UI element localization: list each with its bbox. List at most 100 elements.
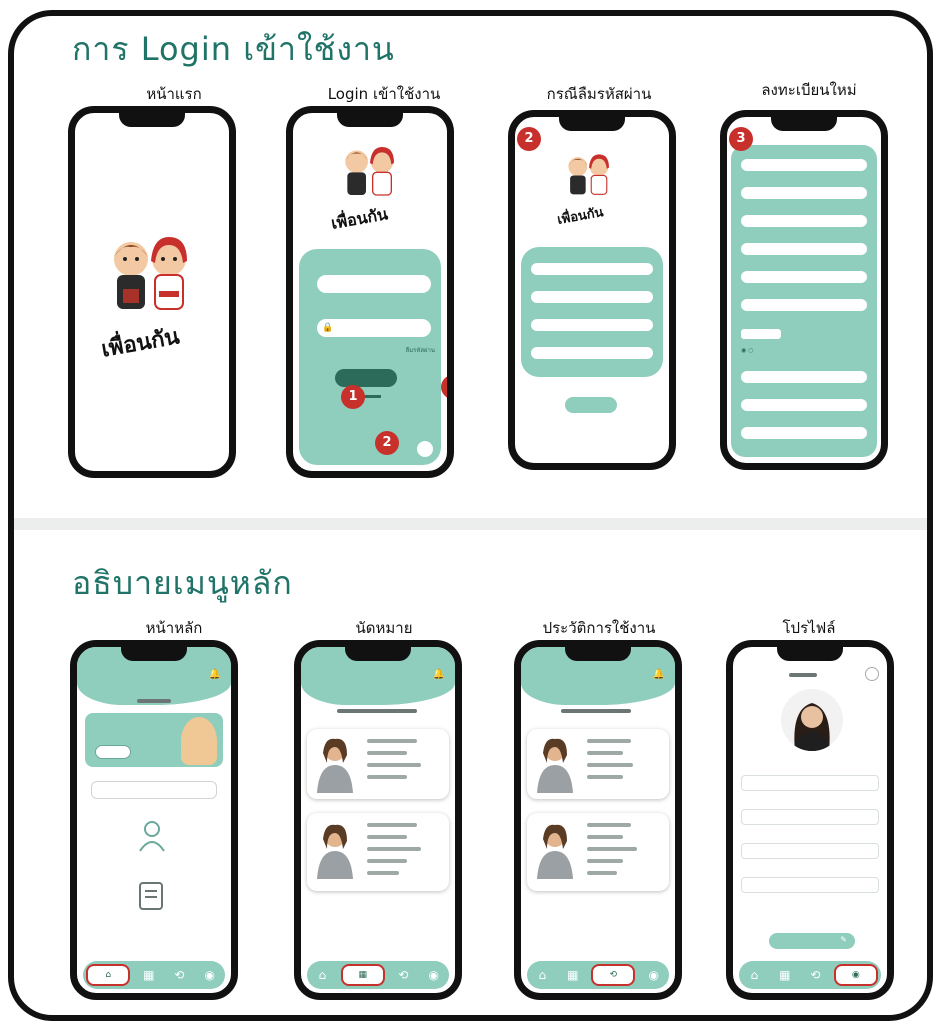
phone-register: ◉ ○ 3 [720, 110, 888, 470]
register-field-input[interactable] [741, 243, 867, 255]
register-dropdown-select[interactable] [741, 371, 867, 383]
register-field-input[interactable] [741, 299, 867, 311]
guide-link-button[interactable] [91, 781, 217, 799]
register-field-input[interactable] [741, 215, 867, 227]
register-field-input[interactable] [741, 271, 867, 283]
profile-field-phone[interactable] [741, 843, 879, 859]
section-divider [14, 518, 927, 530]
appointment-card[interactable] [307, 813, 449, 891]
appointment-card[interactable] [307, 729, 449, 799]
nav-calendar-button[interactable]: ▦ [773, 966, 797, 984]
profile-field-email[interactable] [741, 877, 879, 893]
text-line [367, 763, 421, 767]
nav-history-button[interactable]: ⟲ [391, 966, 415, 984]
gender-radio-group[interactable]: ◉ ○ [741, 347, 753, 354]
nav-home-button[interactable]: ⌂ [742, 966, 766, 984]
clipboard-icon[interactable] [137, 879, 165, 911]
badge-step-1: 1 [341, 385, 365, 409]
column-label-register: ลงทะเบียนใหม่ [761, 81, 857, 99]
app-logo-text: เพื่อนกัน [329, 204, 390, 233]
nav-home-button[interactable]: ⌂ [86, 964, 131, 986]
settings-icon[interactable] [865, 667, 879, 681]
column-label-splash: หน้าแรก [146, 85, 202, 103]
nav-home-button[interactable]: ⌂ [310, 966, 334, 984]
bell-icon[interactable]: 🔔 [653, 669, 665, 680]
text-line [587, 847, 637, 851]
register-dropdown-select[interactable] [741, 427, 867, 439]
bottom-nav: ⌂ ▦ ⟲ ◉ [83, 961, 225, 989]
register-field-input[interactable] [741, 159, 867, 171]
forgot-field-input[interactable] [531, 347, 653, 359]
nav-home-button[interactable]: ⌂ [530, 966, 554, 984]
home-icon: ⌂ [105, 970, 112, 980]
profile-field-name[interactable] [741, 775, 879, 791]
nav-history-button[interactable]: ⟲ [167, 966, 191, 984]
app-logo-text: เพื่อนกัน [99, 323, 182, 363]
register-field-input[interactable] [741, 187, 867, 199]
nav-profile-button[interactable]: ◉ [642, 966, 666, 984]
login-panel: 🔒 ลืมรหัสผ่าน [299, 249, 441, 465]
home-title [137, 699, 171, 703]
calendar-icon: ▦ [779, 968, 791, 982]
text-line [367, 751, 407, 755]
history-list-title [561, 709, 631, 713]
phone-notch [771, 117, 837, 131]
text-line [587, 859, 623, 863]
register-dropdown-select[interactable] [741, 399, 867, 411]
bottom-nav: ⌂ ▦ ⟲ ◉ [307, 961, 449, 989]
login-button[interactable] [335, 369, 397, 387]
confirm-button[interactable] [565, 397, 617, 413]
register-form-panel: ◉ ○ [731, 145, 877, 457]
nav-calendar-button[interactable]: ▦ [137, 966, 161, 984]
history-icon: ⟲ [609, 970, 618, 980]
forgot-field-input[interactable] [531, 291, 653, 303]
nav-profile-button[interactable]: ◉ [833, 964, 878, 986]
doctor-consult-icon[interactable] [135, 819, 169, 853]
lock-icon: 🔒 [322, 323, 334, 333]
column-label-history: ประวัติการใช้งาน [542, 619, 656, 637]
history-card[interactable] [527, 813, 669, 891]
history-icon: ⟲ [398, 968, 409, 982]
date-picker-button[interactable] [741, 329, 781, 339]
doctor-photo [311, 735, 359, 793]
nav-history-button[interactable]: ⟲ [803, 966, 827, 984]
history-card[interactable] [527, 729, 669, 799]
forgot-field-input[interactable] [531, 263, 653, 275]
text-line [367, 775, 407, 779]
history-icon: ⟲ [174, 968, 185, 982]
phone-history: 🔔 ⌂ ▦ ⟲ ◉ [514, 640, 682, 1000]
home-icon: ⌂ [750, 968, 759, 982]
text-line [587, 739, 631, 743]
nav-calendar-button[interactable]: ▦ [340, 964, 385, 986]
password-input[interactable] [317, 319, 431, 337]
phone-appointments: 🔔 ⌂ ▦ ⟲ ◉ [294, 640, 462, 1000]
text-line [587, 835, 623, 839]
bell-icon[interactable]: 🔔 [209, 669, 221, 680]
text-line [587, 763, 633, 767]
text-line [367, 859, 407, 863]
nav-profile-button[interactable]: ◉ [422, 966, 446, 984]
doctor-photo [531, 735, 579, 793]
phone-notch [777, 647, 843, 661]
help-avatar-icon[interactable] [417, 441, 433, 457]
badge-step-3: 3 [441, 375, 447, 399]
phone-home: 🔔 ⌂ ▦ ⟲ ◉ [70, 640, 238, 1000]
user-icon: ◉ [648, 968, 659, 982]
nav-profile-button[interactable]: ◉ [198, 966, 222, 984]
nav-history-button[interactable]: ⟲ [591, 964, 636, 986]
forgot-field-input[interactable] [531, 319, 653, 331]
bell-icon[interactable]: 🔔 [433, 669, 445, 680]
text-line [587, 823, 631, 827]
phone-notch [559, 117, 625, 131]
edit-profile-button[interactable]: ✎ [769, 933, 855, 949]
banner-button[interactable] [95, 745, 131, 759]
user-icon: ◉ [428, 968, 439, 982]
username-input[interactable] [317, 275, 431, 293]
mascot-kids-illustration [335, 143, 405, 203]
user-icon: ◉ [204, 968, 215, 982]
forgot-password-link[interactable]: ลืมรหัสผ่าน [406, 345, 435, 355]
profile-field-surname[interactable] [741, 809, 879, 825]
nav-calendar-button[interactable]: ▦ [561, 966, 585, 984]
badge-step-2: 2 [517, 127, 541, 151]
text-line [587, 775, 623, 779]
